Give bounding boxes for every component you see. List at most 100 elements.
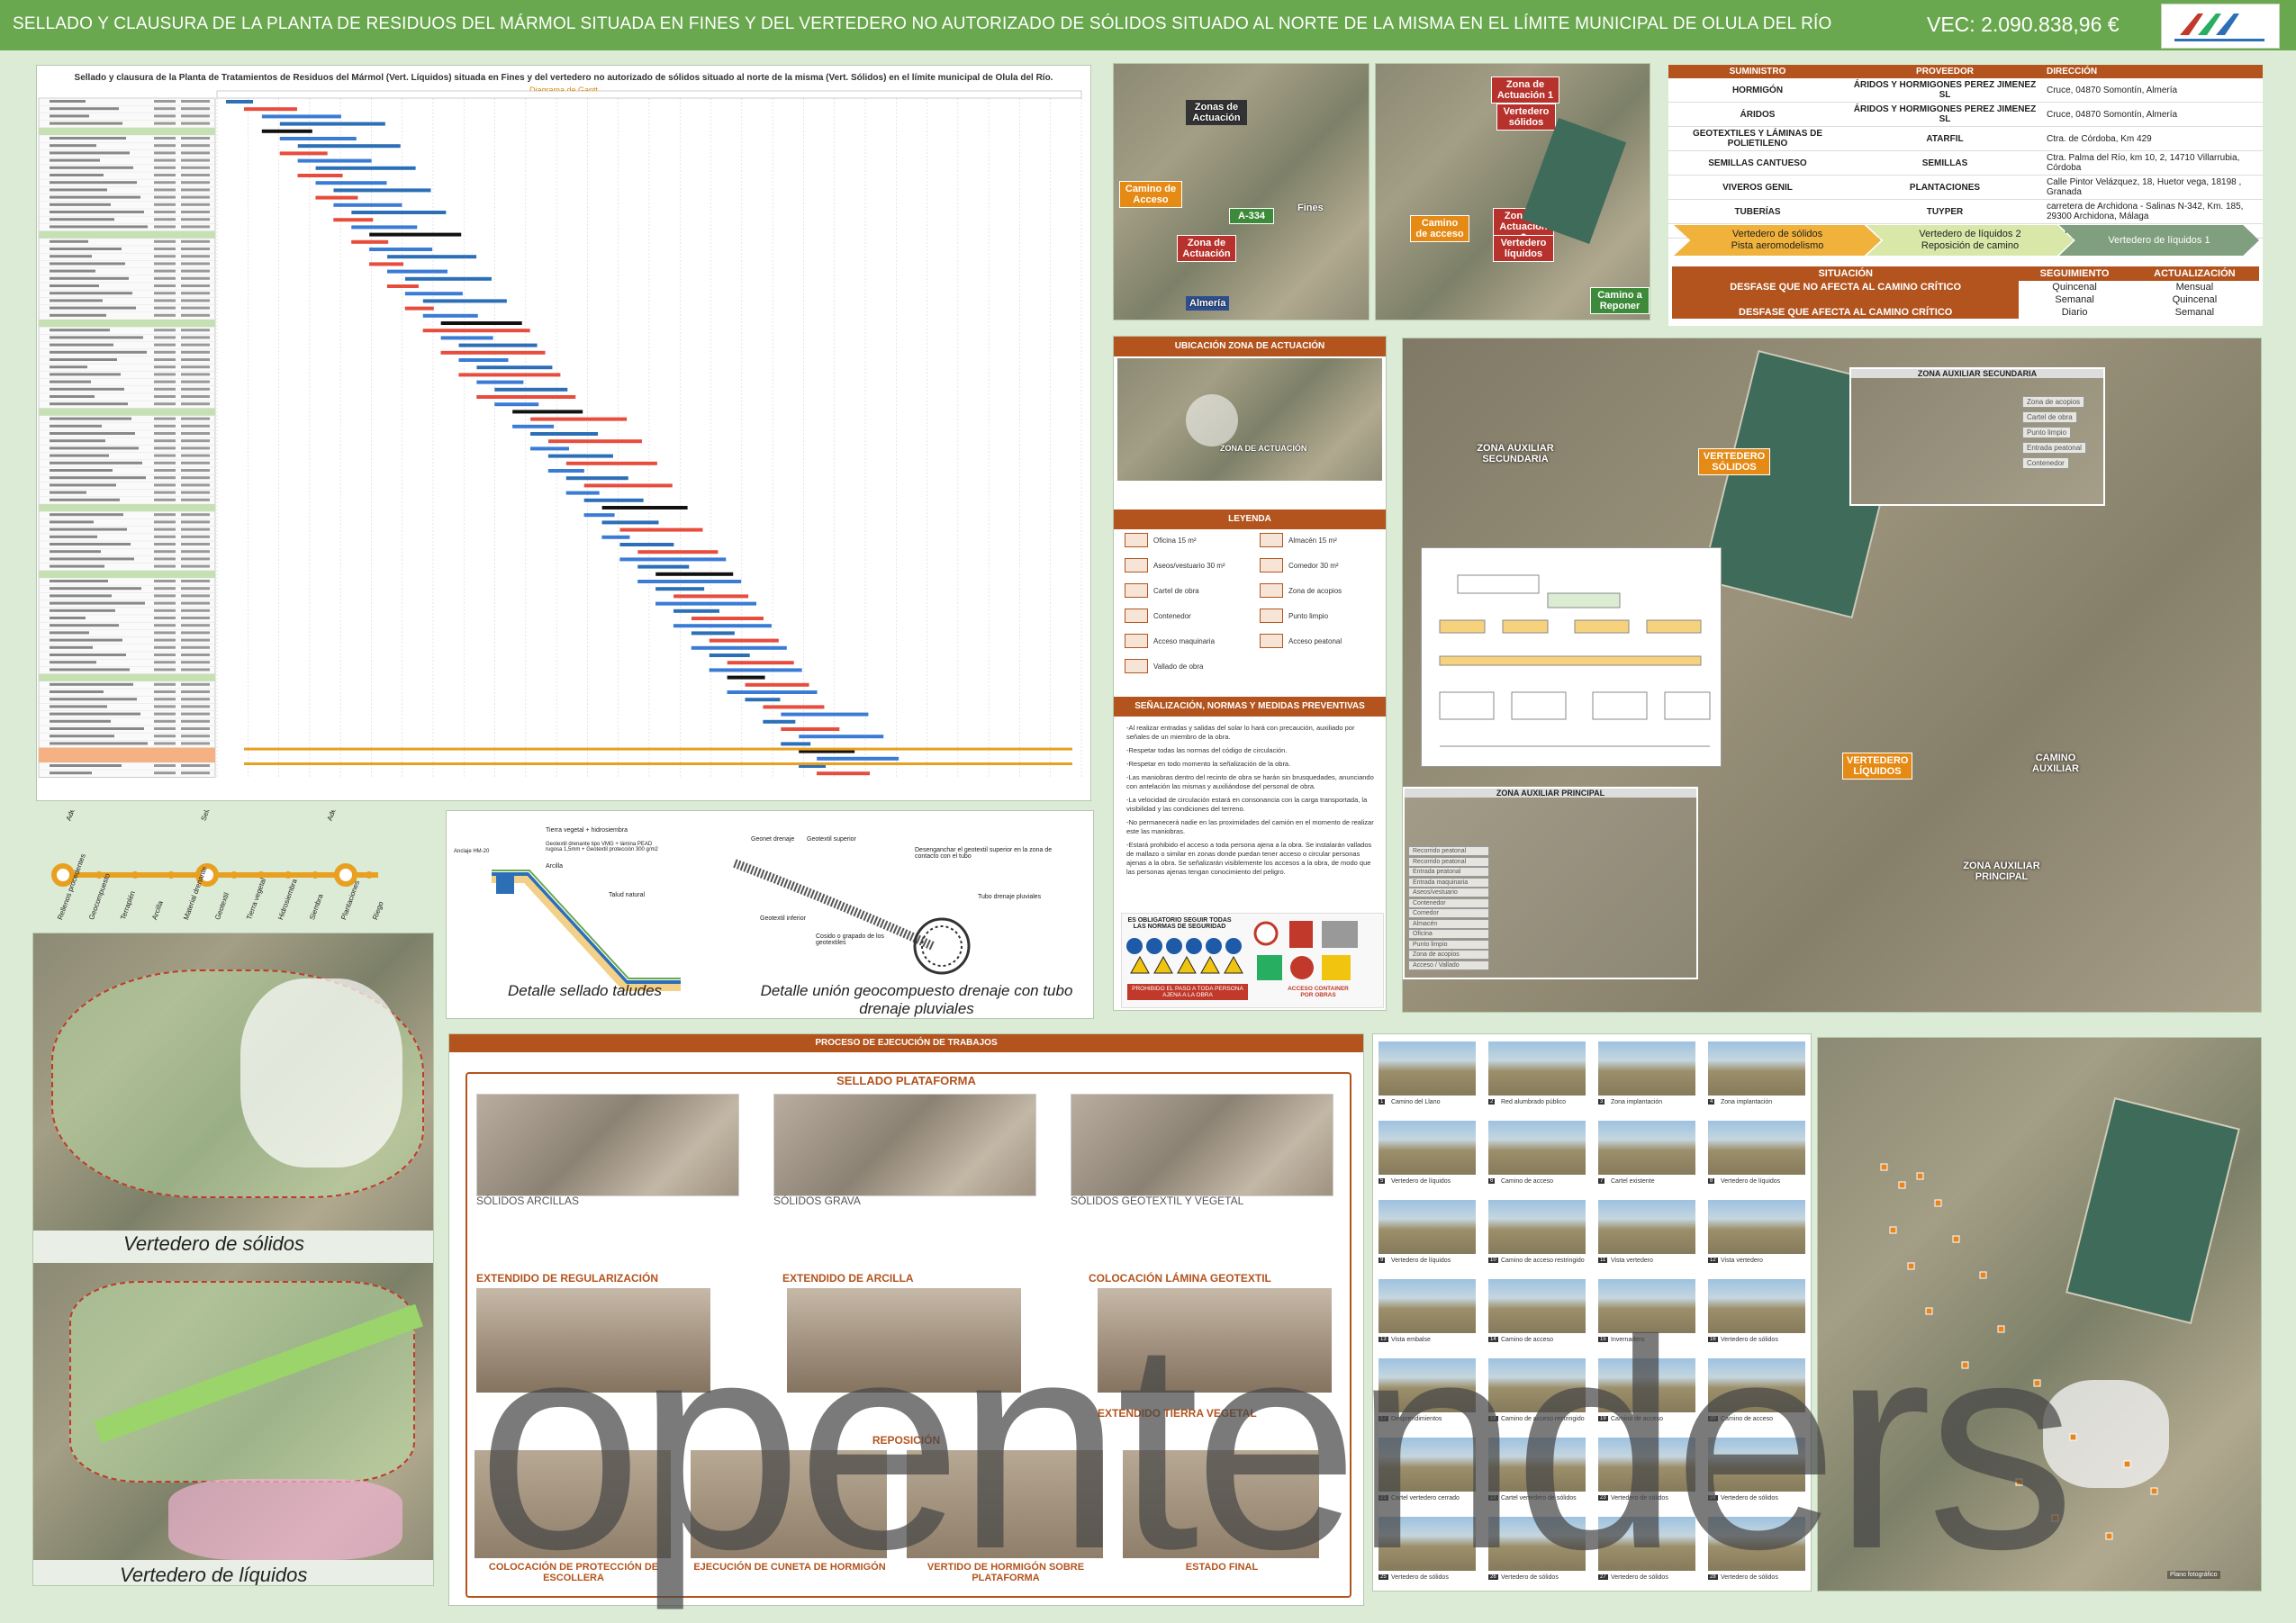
gantt-bar [351, 239, 389, 244]
process-render [476, 1288, 710, 1393]
gantt-task-text [50, 661, 96, 664]
photo-caption: Invernadero [1611, 1337, 1645, 1343]
photo-caption: Cartel vertedero de sólidos [1501, 1495, 1577, 1501]
gantt-chart [38, 90, 1082, 778]
detail2-note-4: Cosido o grapado de los geotextiles [816, 933, 884, 946]
norm-item: -Al realizar entradas y salidas del sola… [1126, 724, 1355, 741]
location-map-2[interactable]: Zona de Actuación 1 Vertedero sólidos Ca… [1375, 63, 1650, 320]
location-zone-map[interactable]: ZONA DE ACTUACIÓN [1117, 358, 1382, 481]
site-photo[interactable] [1488, 1438, 1586, 1492]
zone-label: ZONA DE ACTUACIÓN [1220, 444, 1307, 453]
site-photo[interactable] [1598, 1438, 1695, 1492]
liquids-landfill-map[interactable] [33, 1263, 433, 1560]
site-photo[interactable] [1708, 1517, 1805, 1571]
site-photo[interactable] [1379, 1121, 1476, 1175]
detail1-note-4: Talud natural [609, 892, 646, 898]
site-photo[interactable] [1488, 1200, 1586, 1254]
gantt-task-date [181, 402, 210, 406]
gantt-task-text [50, 380, 91, 383]
site-photo[interactable] [1488, 1279, 1586, 1333]
site-photo[interactable] [1598, 1121, 1695, 1175]
site-photo[interactable] [1708, 1279, 1805, 1333]
inset-pri-item: Entrada peatonal [1408, 867, 1489, 877]
gantt-task-date [181, 299, 210, 302]
site-photo[interactable] [1708, 1438, 1805, 1492]
gantt-task-text [50, 225, 148, 229]
legend-item: Oficina 15 m² [1125, 533, 1197, 547]
gantt-bar [637, 564, 690, 569]
site-photo[interactable] [1708, 1041, 1805, 1096]
site-photo[interactable] [1379, 1279, 1476, 1333]
solids-landfill-map[interactable] [33, 933, 433, 1231]
map2-label-camino: Camino de acceso [1410, 215, 1469, 242]
site-photo[interactable] [1598, 1279, 1695, 1333]
gantt-task-date [181, 373, 210, 376]
gantt-bar [404, 276, 492, 281]
gantt-task-dur [154, 343, 176, 347]
gantt-task-text [50, 144, 96, 148]
gantt-bar [404, 306, 434, 311]
gantt-task-dur [154, 645, 176, 649]
gantt-task-date [181, 174, 210, 176]
photo-number: 10 [1488, 1258, 1498, 1263]
site-photo[interactable] [1598, 1517, 1695, 1571]
gantt-task-date [181, 107, 210, 111]
sit-row-2 [1672, 293, 2020, 306]
site-photo[interactable] [1379, 1041, 1476, 1096]
gantt-task-text [50, 719, 111, 723]
inset-pri-item: Contenedor [1408, 897, 1489, 908]
gantt-task-text [50, 454, 109, 457]
gantt-task-dur [154, 498, 176, 501]
gantt-task-date [181, 114, 210, 118]
gantt-task-text [50, 211, 144, 213]
site-photo[interactable] [1488, 1517, 1586, 1571]
gantt-task-date [181, 535, 210, 538]
vec-amount: VEC: 2.090.838,96 € [1927, 13, 2120, 36]
site-photo[interactable] [1598, 1200, 1695, 1254]
inset-pri-title: ZONA AUXILIAR PRINCIPAL [1405, 789, 1696, 798]
location-map-1[interactable]: Zonas de Actuación Camino de Acceso A-33… [1113, 63, 1369, 320]
site-photo[interactable] [1598, 1358, 1695, 1412]
gantt-task-text [50, 535, 97, 538]
legend-list: Oficina 15 m² Almacén 15 m² Aseos/vestuari… [1114, 533, 1386, 677]
gantt-bar [637, 550, 719, 555]
inset-pri-item: Comedor [1408, 908, 1489, 918]
gantt-bar [440, 350, 546, 355]
site-photo[interactable] [1598, 1041, 1695, 1096]
gantt-task-dur [154, 350, 176, 354]
site-photo[interactable] [1708, 1121, 1805, 1175]
gantt-task-date [181, 239, 210, 243]
reposicion-caption: VERTIDO DE HORMIGÓN SOBRE PLATAFORMA [927, 1562, 1085, 1583]
aux-zones-map[interactable]: ZONA AUXILIAR SECUNDARIA VERTEDERO SÓLID… [1402, 338, 2262, 1013]
photo-caption: Vertedero de sólidos [1721, 1574, 1778, 1581]
phase-1: Vertedero de sólidos Pista aeromodelismo [1674, 225, 1881, 256]
gantt-task-dur [154, 313, 176, 317]
site-photo[interactable] [1379, 1438, 1476, 1492]
site-photo[interactable] [1488, 1121, 1586, 1175]
photo-location-map[interactable]: Plano fotográfico [1817, 1037, 2262, 1591]
gantt-task-text [50, 742, 148, 745]
gantt-task-date [181, 727, 210, 730]
site-photo[interactable] [1488, 1358, 1586, 1412]
site-photo[interactable] [1379, 1358, 1476, 1412]
gantt-bar [601, 520, 659, 525]
gantt-task-text [50, 727, 144, 730]
site-photo[interactable] [1708, 1200, 1805, 1254]
gantt-task-date [181, 255, 210, 258]
aux-label-solidos: VERTEDERO SÓLIDOS [1698, 448, 1770, 475]
photo-caption: Camino de acceso [1501, 1337, 1553, 1343]
gantt-bar [655, 587, 705, 591]
gantt-task-text [50, 151, 130, 155]
gantt-task-dur [154, 402, 176, 406]
gantt-task-text [50, 276, 129, 280]
site-photo[interactable] [1379, 1200, 1476, 1254]
site-photo[interactable] [1708, 1358, 1805, 1412]
gantt-task-date [181, 668, 210, 672]
gantt-task-dur [154, 527, 176, 531]
situation-table: SITUACIÓN SEGUIMIENTO ACTUALIZACIÓN DESF… [1672, 266, 2259, 319]
site-photo[interactable] [1379, 1517, 1476, 1571]
photo-number: 20 [1708, 1416, 1718, 1421]
site-photo[interactable] [1488, 1041, 1586, 1096]
gantt-task-dur [154, 624, 176, 627]
gantt-panel: Sellado y clausura de la Planta de Trata… [36, 65, 1091, 801]
